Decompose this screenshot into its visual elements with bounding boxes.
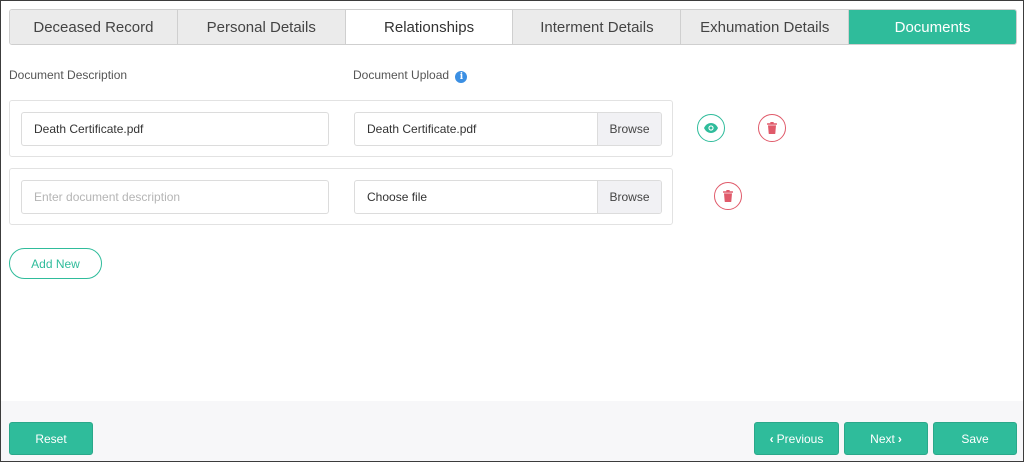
previous-button[interactable]: ‹ Previous [754,422,839,455]
document-row: Enter document description Choose file B… [9,168,673,225]
reset-label: Reset [35,431,67,446]
document-description-label-text: Document Description [9,68,128,82]
file-name: Choose file [367,190,428,204]
save-label: Save [961,431,989,446]
tab-personal-details[interactable]: Personal Details [177,10,346,44]
document-upload-field[interactable]: Death Certificate.pdf Browse [354,112,662,146]
save-button[interactable]: Save [933,422,1017,455]
document-description-placeholder: Enter document description [34,190,181,204]
document-description-input[interactable]: Enter document description [21,180,329,214]
view-document-button[interactable] [697,114,725,142]
document-description-label: Document Description [9,68,127,82]
document-description-input[interactable]: Death Certificate.pdf [21,112,329,146]
chevron-left-icon: ‹ [769,431,774,446]
document-upload-label-text: Document Upload [353,68,450,82]
chevron-right-icon: › [897,431,902,446]
next-label: Next [870,431,895,446]
tab-exhumation-details[interactable]: Exhumation Details [681,10,850,44]
delete-document-button[interactable] [758,114,786,142]
previous-label: Previous [776,431,824,446]
tab-bar: Deceased Record Personal Details Relatio… [9,9,1017,45]
add-new-label: Add New [31,256,80,271]
info-icon[interactable]: i [455,71,468,83]
document-upload-label: Document Upload i [353,68,468,83]
file-name: Death Certificate.pdf [367,122,477,136]
reset-button[interactable]: Reset [9,422,93,455]
trash-icon [767,122,777,134]
browse-button[interactable]: Browse [597,181,661,213]
app-window: Deceased Record Personal Details Relatio… [0,0,1024,462]
tab-interment-details[interactable]: Interment Details [513,10,682,44]
tab-relationships[interactable]: Relationships [345,10,514,44]
eye-icon [704,123,718,133]
trash-icon [723,190,733,202]
delete-document-button[interactable] [714,182,742,210]
tab-documents[interactable]: Documents [849,10,1016,44]
document-description-value: Death Certificate.pdf [34,122,144,136]
document-upload-field[interactable]: Choose file Browse [354,180,662,214]
tab-deceased-record[interactable]: Deceased Record [10,10,178,44]
browse-button[interactable]: Browse [597,113,661,145]
next-button[interactable]: Next › [844,422,928,455]
document-row: Death Certificate.pdf Death Certificate.… [9,100,673,157]
add-new-button[interactable]: Add New [9,248,102,279]
